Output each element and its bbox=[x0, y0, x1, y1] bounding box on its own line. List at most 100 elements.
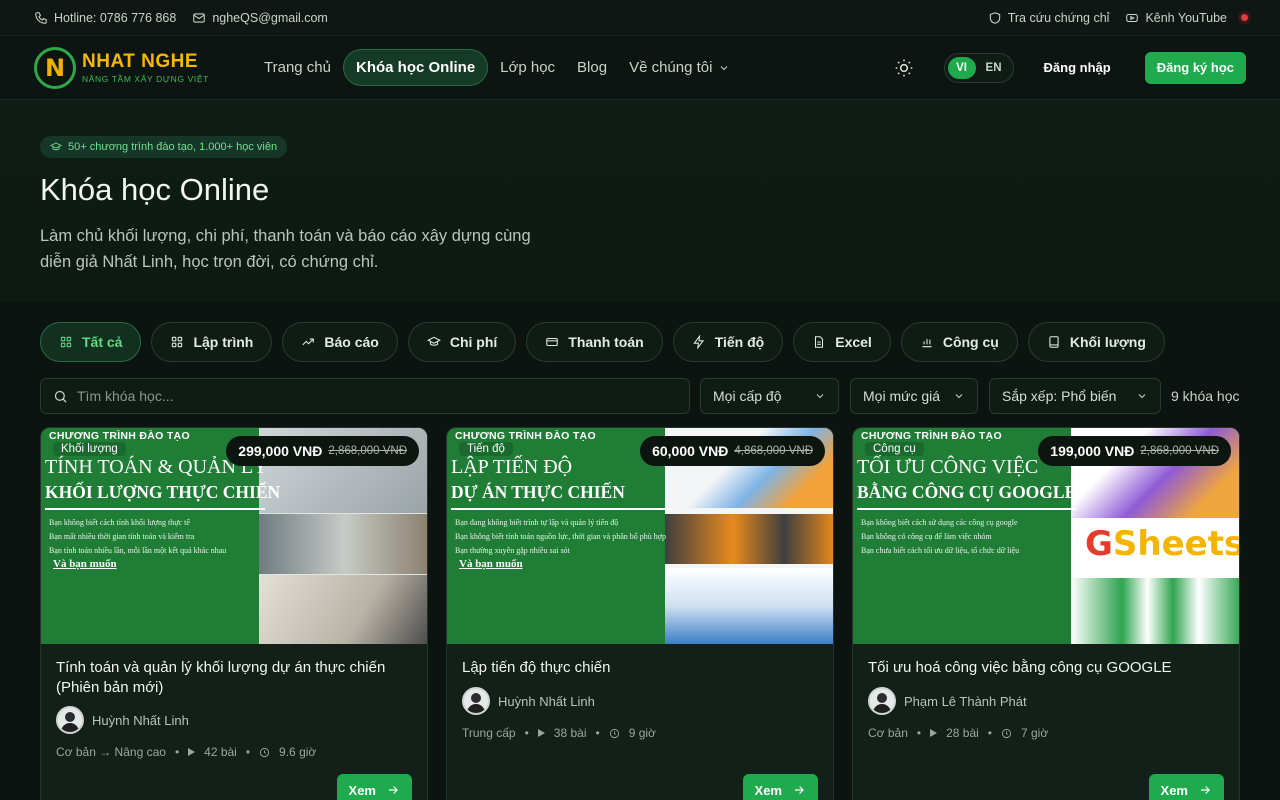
course-thumbnail: CHƯƠNG TRÌNH ĐÀO TẠO Tiến độ LẬP TIẾN ĐỘ… bbox=[447, 428, 833, 644]
banner-want: Và bạn muốn bbox=[53, 558, 117, 570]
category-tag: Công cụ bbox=[865, 442, 924, 456]
price-select-value: Mọi mức giá bbox=[863, 388, 941, 404]
current-price: 199,000 VNĐ bbox=[1050, 443, 1135, 459]
signup-button[interactable]: Đăng ký học bbox=[1144, 51, 1246, 84]
price-badge: 60,000 VNĐ 4,868,000 VNĐ bbox=[640, 436, 825, 466]
filter-quantity[interactable]: Khối lượng bbox=[1027, 322, 1165, 362]
nav-online-courses[interactable]: Khóa học Online bbox=[342, 49, 489, 86]
filter-programming[interactable]: Lập trình bbox=[151, 322, 273, 362]
author-name: Huỳnh Nhất Linh bbox=[498, 693, 595, 709]
file-icon bbox=[815, 336, 824, 348]
chevron-down-icon bbox=[816, 394, 824, 399]
banner-title-line2: BẰNG CÔNG CỤ GOOGLE bbox=[857, 482, 1077, 502]
hotline-link[interactable]: Hotline: 0786 776 868 bbox=[34, 11, 176, 25]
banner-want: Và bạn muốn bbox=[459, 558, 523, 570]
sort-select[interactable]: Sắp xếp: Phổ biến bbox=[989, 378, 1161, 414]
filter-excel-label: Excel bbox=[835, 334, 872, 350]
filter-all[interactable]: Tất cả bbox=[40, 322, 142, 362]
stats-badge-text: 50+ chương trình đào tạo, 1.000+ học viê… bbox=[68, 141, 278, 153]
main-nav: N NHAT NGHE NÂNG TẦM XÂY DỰNG VIỆT Trang… bbox=[0, 36, 1280, 100]
nav-about-label: Về chúng tôi bbox=[629, 59, 713, 76]
filter-all-label: Tất cả bbox=[82, 334, 123, 350]
search-placeholder: Tìm khóa học... bbox=[77, 388, 174, 404]
view-course-button[interactable]: Xem bbox=[742, 774, 818, 800]
course-card[interactable]: GSheets CHƯƠNG TRÌNH ĐÀO TẠO Công cụ TỐI… bbox=[852, 427, 1240, 800]
banner-title-line1: LẬP TIẾN ĐỘ bbox=[451, 456, 573, 478]
category-tag: Tiến độ bbox=[459, 442, 513, 456]
filter-tools[interactable]: Công cụ bbox=[900, 322, 1018, 362]
email-link[interactable]: ngheQS@gmail.com bbox=[192, 11, 328, 25]
search-icon bbox=[54, 390, 67, 403]
course-hours: 7 giờ bbox=[1021, 726, 1049, 740]
brand-logo[interactable]: N NHAT NGHE NÂNG TẦM XÂY DỰNG VIỆT bbox=[34, 46, 234, 89]
view-course-button[interactable]: Xem bbox=[336, 774, 412, 800]
category-tag: Khối lượng bbox=[53, 442, 126, 456]
filter-report-label: Báo cáo bbox=[324, 334, 379, 350]
brand-slogan: NÂNG TẦM XÂY DỰNG VIỆT bbox=[82, 74, 209, 84]
certificate-lookup-link[interactable]: Tra cứu chứng chỉ bbox=[988, 11, 1109, 25]
filter-programming-label: Lập trình bbox=[193, 334, 254, 350]
course-title[interactable]: Tối ưu hoá công việc bằng công cụ GOOGLE bbox=[868, 658, 1228, 678]
course-title[interactable]: Lập tiến độ thực chiến bbox=[462, 658, 822, 678]
brand-name: NHAT NGHE bbox=[82, 51, 199, 72]
youtube-link[interactable]: Kênh YouTube bbox=[1125, 11, 1248, 25]
page-description: Làm chủ khối lượng, chi phí, thanh toán … bbox=[40, 227, 531, 271]
level-select[interactable]: Mọi cấp độ bbox=[700, 378, 839, 414]
course-author: Phạm Lê Thành Phát bbox=[868, 687, 1027, 715]
banner-bullet: Bạn không biết cách sử dụng các công cụ … bbox=[861, 518, 1018, 527]
clock-icon bbox=[259, 747, 270, 757]
banner-bullet: Bạn đang không biết trình tự lập và quản… bbox=[455, 518, 619, 527]
theme-toggle[interactable] bbox=[894, 58, 914, 78]
course-level: Trung cấp bbox=[462, 726, 516, 740]
course-hours: 9 giờ bbox=[628, 726, 656, 740]
trending-up-icon bbox=[302, 338, 315, 346]
bar-chart-icon bbox=[922, 339, 932, 348]
price-badge: 199,000 VNĐ 2,868,000 VNĐ bbox=[1038, 436, 1231, 466]
author-name: Huỳnh Nhất Linh bbox=[92, 712, 189, 728]
filter-cost[interactable]: Chi phí bbox=[407, 322, 517, 362]
nav-blog[interactable]: Blog bbox=[567, 49, 617, 86]
nav-home[interactable]: Trang chủ bbox=[254, 49, 341, 86]
graduation-cap-icon bbox=[50, 142, 62, 151]
course-search-input[interactable]: Tìm khóa học... bbox=[40, 378, 690, 414]
nav-menu: Trang chủ Khóa học Online Lớp học Blog V… bbox=[254, 49, 740, 86]
banner-bullet: Bạn tính toán nhiều lần, mỗi lần một kết… bbox=[49, 546, 227, 555]
filter-excel[interactable]: Excel bbox=[793, 322, 891, 362]
avatar bbox=[462, 687, 490, 715]
nav-classes[interactable]: Lớp học bbox=[490, 49, 565, 86]
course-lessons: 38 bài bbox=[553, 726, 587, 740]
chevron-down-icon bbox=[955, 394, 963, 399]
sort-select-value: Sắp xếp: Phổ biến bbox=[1002, 388, 1117, 404]
banner-bullet: Bạn không có công cụ để làm việc nhóm bbox=[861, 532, 992, 541]
price-select[interactable]: Mọi mức giá bbox=[850, 378, 978, 414]
course-author: Huỳnh Nhất Linh bbox=[56, 706, 189, 734]
view-label: Xem bbox=[1160, 782, 1188, 798]
filter-report[interactable]: Báo cáo bbox=[282, 322, 398, 362]
nav-about[interactable]: Về chúng tôi bbox=[619, 49, 740, 86]
course-meta: Cơ bản → Nâng cao • 42 bài • 9.6 giờ bbox=[56, 745, 317, 759]
course-author: Huỳnh Nhất Linh bbox=[462, 687, 595, 715]
author-name: Phạm Lê Thành Phát bbox=[904, 693, 1027, 709]
banner-bullet: Bạn thường xuyên gặp nhiều sai sót bbox=[455, 546, 570, 555]
lang-en[interactable]: EN bbox=[980, 57, 1008, 79]
course-title[interactable]: Tính toán và quản lý khối lượng dự án th… bbox=[56, 658, 416, 698]
course-thumbnail: GSheets CHƯƠNG TRÌNH ĐÀO TẠO Công cụ TỐI… bbox=[853, 428, 1239, 644]
shield-icon bbox=[989, 11, 1000, 24]
course-thumbnail: CHƯƠNG TRÌNH ĐÀO TẠO Khối lượng TÍNH TOÁ… bbox=[41, 428, 427, 644]
clock-icon bbox=[1001, 728, 1012, 738]
lang-vi[interactable]: VI bbox=[947, 56, 976, 79]
course-level: Cơ bản bbox=[868, 726, 908, 740]
filter-schedule-label: Tiến độ bbox=[714, 334, 765, 350]
credit-card-icon bbox=[546, 337, 559, 347]
book-icon bbox=[1049, 336, 1059, 348]
view-course-button[interactable]: Xem bbox=[1148, 774, 1224, 800]
course-card[interactable]: CHƯƠNG TRÌNH ĐÀO TẠO Tiến độ LẬP TIẾN ĐỘ… bbox=[446, 427, 834, 800]
email-text: ngheQS@gmail.com bbox=[212, 10, 328, 25]
filter-payment[interactable]: Thanh toán bbox=[526, 322, 663, 362]
course-card[interactable]: CHƯƠNG TRÌNH ĐÀO TẠO Khối lượng TÍNH TOÁ… bbox=[40, 427, 428, 800]
login-link[interactable]: Đăng nhập bbox=[1044, 60, 1111, 75]
chevron-down-icon bbox=[1138, 394, 1146, 399]
play-icon bbox=[537, 729, 545, 737]
filter-schedule[interactable]: Tiến độ bbox=[672, 322, 784, 362]
view-label: Xem bbox=[754, 782, 782, 798]
